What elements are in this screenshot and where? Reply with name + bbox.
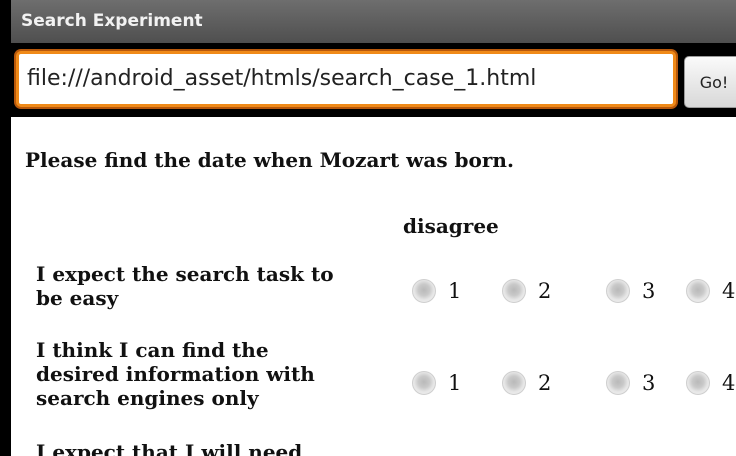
question-3: I expect that I will need <box>36 440 376 456</box>
q1-option-1[interactable]: 1 <box>412 279 461 303</box>
q1-option-3[interactable]: 3 <box>606 279 655 303</box>
question-3-line-1: I expect that I will need <box>36 440 303 456</box>
option-label: 3 <box>642 371 656 395</box>
radio-button[interactable] <box>606 371 630 395</box>
q1-option-4[interactable]: 4 <box>686 279 735 303</box>
question-2: I think I can find the desired informati… <box>36 338 376 410</box>
radio-button[interactable] <box>502 279 526 303</box>
question-1: I expect the search task to be easy <box>36 262 376 310</box>
question-2-line-1: I think I can find the <box>36 338 269 362</box>
radio-button[interactable] <box>686 279 710 303</box>
radio-button[interactable] <box>412 279 436 303</box>
option-label: 2 <box>538 371 552 395</box>
app-title: Search Experiment <box>21 11 203 31</box>
q2-option-3[interactable]: 3 <box>606 371 655 395</box>
url-input[interactable]: file:///android_asset/htmls/search_case_… <box>16 51 676 107</box>
url-toolbar: file:///android_asset/htmls/search_case_… <box>11 43 736 117</box>
radio-button[interactable] <box>606 279 630 303</box>
option-label: 4 <box>722 371 736 395</box>
option-label: 2 <box>538 279 552 303</box>
option-label: 1 <box>448 279 462 303</box>
task-instruction: Please find the date when Mozart was bor… <box>25 148 514 172</box>
web-content: Please find the date when Mozart was bor… <box>11 117 736 456</box>
question-2-line-2: desired information with <box>36 362 315 386</box>
q1-option-2[interactable]: 2 <box>502 279 551 303</box>
q2-option-1[interactable]: 1 <box>412 371 461 395</box>
q2-option-2[interactable]: 2 <box>502 371 551 395</box>
option-label: 1 <box>448 371 462 395</box>
app-title-bar: Search Experiment <box>11 0 736 43</box>
option-label: 4 <box>722 279 736 303</box>
question-1-line-2: be easy <box>36 286 119 310</box>
question-1-line-1: I expect the search task to <box>36 262 334 286</box>
radio-button[interactable] <box>412 371 436 395</box>
option-label: 3 <box>642 279 656 303</box>
radio-button[interactable] <box>686 371 710 395</box>
question-2-line-3: search engines only <box>36 386 259 410</box>
go-button[interactable]: Go! <box>684 56 736 108</box>
scale-header-disagree: disagree <box>403 214 499 238</box>
q2-option-4[interactable]: 4 <box>686 371 735 395</box>
radio-button[interactable] <box>502 371 526 395</box>
